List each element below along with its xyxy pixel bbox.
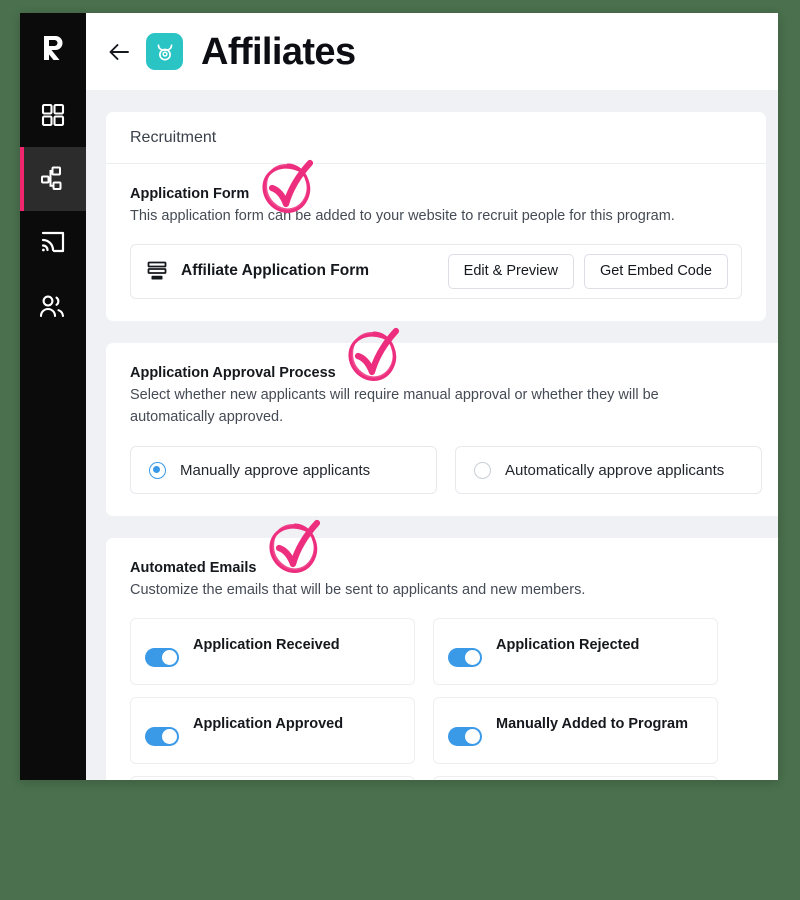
application-form-title: Application Form [130, 186, 250, 202]
cast-screen-icon [39, 229, 67, 257]
stacked-form-icon [147, 261, 167, 281]
sidebar-nav [20, 83, 86, 339]
option-automatic-approval-label: Automatically approve applicants [505, 461, 725, 479]
radio-automatic-approval[interactable] [474, 461, 491, 479]
edit-preview-button[interactable]: Edit & Preview [447, 253, 574, 289]
switch-application-approved[interactable] [145, 727, 179, 746]
radio-manual-approval[interactable] [149, 461, 166, 479]
toggle-manually-added-to-program[interactable]: Manually Added to Program [433, 697, 718, 764]
approval-options: Manually approve applicants Automaticall… [130, 446, 762, 495]
recruitment-card: Recruitment Application Form This applic… [106, 112, 766, 321]
back-button[interactable] [104, 37, 134, 67]
toggle-partial-row-right[interactable] [433, 776, 718, 780]
switch-application-rejected[interactable] [448, 648, 482, 667]
sidebar-item-dashboard[interactable] [20, 83, 86, 147]
get-embed-code-button[interactable]: Get Embed Code [583, 253, 728, 289]
rewardful-logo-icon [44, 36, 63, 60]
recruitment-card-body: Application Form This application form c… [106, 164, 766, 321]
people-group-icon [38, 293, 68, 321]
app-icon [146, 33, 183, 70]
sitemap-nodes-icon [39, 165, 67, 193]
affiliate-application-form-row[interactable]: Affiliate Application Form Edit & Previe… [130, 243, 742, 299]
arrow-left-icon [109, 43, 129, 60]
affiliate-application-form-label: Affiliate Application Form [181, 262, 370, 280]
toggle-application-received-label: Application Received [193, 636, 340, 653]
option-manual-approval[interactable]: Manually approve applicants [130, 446, 437, 495]
toggle-partial-row-left[interactable] [130, 776, 415, 780]
content-area: Recruitment Application Form This applic… [86, 90, 778, 780]
approval-process-body: Application Approval Process Select whet… [106, 343, 778, 517]
sidebar-logo[interactable] [20, 13, 86, 83]
option-automatic-approval[interactable]: Automatically approve applicants [455, 446, 762, 495]
automated-emails-title: Automated Emails [130, 560, 257, 577]
page-title: Affiliates [201, 30, 356, 73]
sidebar-item-programs[interactable] [20, 147, 86, 211]
toggle-manually-added-to-program-label: Manually Added to Program [496, 715, 689, 732]
automated-emails-card: Automated Emails Customize the emails th… [106, 538, 778, 780]
top-bar: Affiliates [86, 13, 778, 90]
app-window: Affiliates Recruitment Application Form … [20, 13, 778, 780]
toggle-application-rejected[interactable]: Application Rejected [433, 618, 718, 685]
approval-process-title: Application Approval Process [130, 364, 336, 381]
grid-squares-icon [40, 102, 66, 128]
approval-process-description: Select whether new applicants will requi… [130, 386, 659, 425]
switch-manually-added-to-program[interactable] [448, 727, 482, 746]
option-manual-approval-label: Manually approve applicants [180, 461, 371, 479]
automated-emails-grid: Application Received Application Rejecte… [130, 618, 762, 780]
recruitment-card-header: Recruitment [106, 112, 766, 164]
sidebar [20, 13, 86, 780]
approval-process-card: Application Approval Process Select whet… [106, 342, 778, 517]
bull-ring-icon [157, 43, 172, 61]
automated-emails-description: Customize the emails that will be sent t… [130, 582, 586, 599]
automated-emails-body: Automated Emails Customize the emails th… [106, 538, 778, 780]
sidebar-item-campaigns[interactable] [20, 211, 86, 275]
switch-application-received[interactable] [145, 648, 179, 667]
toggle-application-approved[interactable]: Application Approved [130, 697, 415, 764]
sidebar-item-affiliates[interactable] [20, 275, 86, 339]
toggle-application-approved-label: Application Approved [193, 715, 344, 732]
main-panel: Affiliates Recruitment Application Form … [86, 13, 778, 780]
toggle-application-rejected-label: Application Rejected [496, 636, 640, 653]
toggle-application-received[interactable]: Application Received [130, 618, 415, 685]
application-form-description: This application form can be added to yo… [130, 208, 675, 224]
